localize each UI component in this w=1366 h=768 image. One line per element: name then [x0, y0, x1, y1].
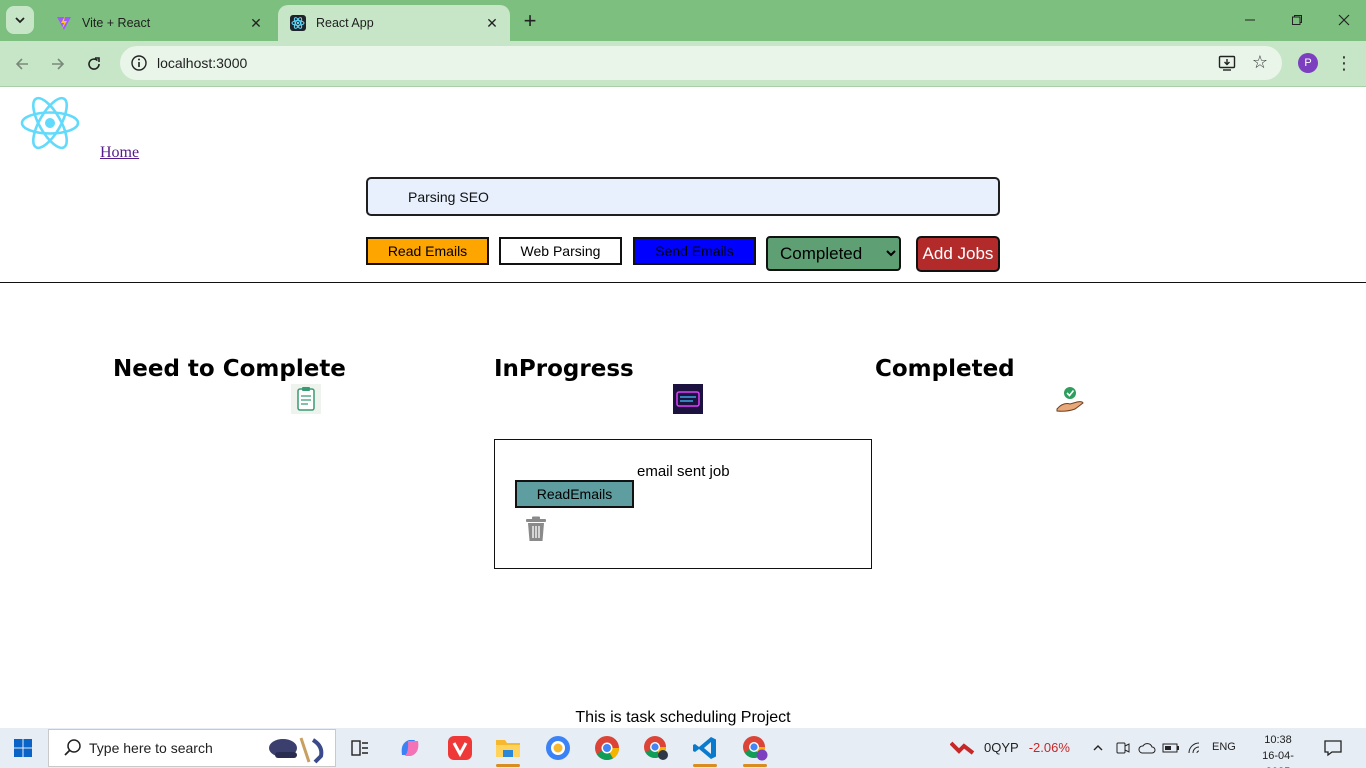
language-indicator[interactable]: ENG	[1212, 741, 1236, 753]
task-tag: ReadEmails	[515, 480, 634, 508]
search-icon	[64, 739, 81, 756]
arrow-left-icon	[15, 58, 28, 70]
chrome-icon	[595, 736, 619, 761]
chrome-beta-icon	[546, 736, 570, 760]
copilot-button[interactable]	[394, 732, 426, 764]
vivaldi-button[interactable]	[444, 732, 476, 764]
battery-icon[interactable]	[1162, 739, 1180, 757]
stock-symbol: 0QYP	[984, 739, 1019, 755]
add-jobs-button[interactable]: Add Jobs	[916, 236, 1000, 272]
browser-toolbar: localhost:3000 ☆ P ⋮	[0, 41, 1366, 87]
page-content: Home Read Emails Web Parsing Send Emails…	[0, 88, 1366, 728]
onedrive-cloud-icon[interactable]	[1138, 739, 1156, 757]
stock-change: -2.06%	[1028, 739, 1070, 755]
tab-vite-react[interactable]: Vite + React ✕	[44, 5, 274, 41]
tab-title: React App	[316, 16, 374, 30]
chrome-button[interactable]	[591, 732, 623, 764]
url-text: localhost:3000	[157, 55, 248, 71]
forward-button[interactable]	[45, 51, 71, 77]
wifi-icon[interactable]	[1187, 739, 1205, 757]
menu-kebab-icon[interactable]: ⋮	[1335, 51, 1353, 75]
windows-taskbar: Type here to search 0QYP -2.06% ENG 10:3…	[0, 728, 1366, 768]
clock-time: 10:38	[1264, 734, 1292, 746]
chrome-beta-button[interactable]	[542, 732, 574, 764]
tab-react-app[interactable]: React App ✕	[278, 5, 510, 41]
chrome-profile-button[interactable]	[640, 732, 672, 764]
file-explorer-button[interactable]	[492, 732, 524, 767]
tag-send-emails[interactable]: Send Emails	[633, 237, 756, 265]
column-title-need-to-complete: Need to Complete	[113, 356, 346, 382]
task-card[interactable]: email sent job ReadEmails	[494, 439, 872, 569]
show-hidden-icons-chevron-up-icon[interactable]	[1089, 739, 1107, 757]
minimize-icon	[1245, 19, 1255, 21]
taskbar-clock[interactable]: 10:38 16-04-2025	[1250, 732, 1306, 768]
close-tab-icon[interactable]: ✕	[482, 13, 502, 33]
column-title-completed: Completed	[875, 356, 1015, 382]
task-view-icon	[351, 740, 368, 756]
minimize-button[interactable]	[1238, 8, 1262, 32]
clock-date: 16-04-2025	[1262, 750, 1294, 768]
search-placeholder: Type here to search	[89, 740, 213, 756]
stock-down-icon	[950, 741, 975, 755]
chrome-active-button[interactable]	[739, 732, 771, 767]
column-title-inprogress: InProgress	[494, 356, 634, 382]
stock-widget[interactable]: 0QYP -2.06%	[950, 739, 1070, 755]
restore-button[interactable]	[1285, 8, 1309, 32]
footer-text: This is task scheduling Project	[575, 709, 791, 726]
bookmark-star-icon[interactable]: ☆	[1252, 52, 1268, 73]
close-window-button[interactable]	[1332, 8, 1356, 32]
meet-now-icon[interactable]	[1114, 739, 1132, 757]
close-icon	[1338, 14, 1350, 26]
tag-read-emails[interactable]: Read Emails	[366, 237, 489, 265]
chevron-down-icon	[15, 17, 25, 24]
copilot-icon	[401, 740, 419, 756]
tab-search-button[interactable]	[6, 6, 34, 34]
react-logo	[20, 96, 80, 150]
profile-avatar[interactable]: P	[1298, 53, 1318, 73]
status-select[interactable]: Completed	[766, 236, 901, 271]
new-tab-button[interactable]: +	[518, 8, 542, 33]
folder-icon	[496, 740, 520, 757]
windows-start-icon[interactable]	[14, 739, 32, 757]
notification-center-icon[interactable]	[1323, 738, 1343, 758]
restore-icon	[1292, 15, 1302, 25]
back-button[interactable]	[9, 51, 35, 77]
vite-logo-icon	[57, 16, 71, 30]
taskbar-search[interactable]: Type here to search	[48, 729, 336, 767]
chrome-profile-icon	[644, 736, 668, 760]
close-tab-icon[interactable]: ✕	[246, 13, 266, 33]
task-view-button[interactable]	[344, 732, 376, 764]
install-app-icon[interactable]	[1218, 54, 1236, 72]
search-highlight-icon	[269, 737, 324, 764]
vscode-icon	[693, 737, 716, 759]
task-text: email sent job	[637, 463, 730, 480]
trash-icon[interactable]	[525, 516, 547, 542]
address-bar[interactable]: localhost:3000 ☆	[120, 46, 1282, 80]
task-input[interactable]	[366, 177, 1000, 216]
work-in-progress-icon	[673, 384, 703, 414]
vscode-button[interactable]	[689, 732, 721, 767]
reload-icon	[88, 57, 100, 70]
home-link[interactable]: Home	[100, 144, 139, 162]
clipboard-icon	[291, 384, 321, 414]
chrome-active-icon	[743, 736, 768, 761]
tag-web-parsing[interactable]: Web Parsing	[499, 237, 622, 265]
vivaldi-icon	[448, 736, 472, 760]
browser-tabstrip: Vite + React ✕ React App ✕ +	[0, 0, 1366, 41]
check-hand-icon	[1056, 387, 1084, 412]
react-logo-icon	[290, 15, 306, 31]
reload-button[interactable]	[81, 51, 107, 77]
header-divider	[0, 282, 1366, 283]
arrow-right-icon	[52, 58, 65, 70]
site-info-icon[interactable]	[130, 54, 148, 72]
tab-title: Vite + React	[82, 16, 151, 30]
